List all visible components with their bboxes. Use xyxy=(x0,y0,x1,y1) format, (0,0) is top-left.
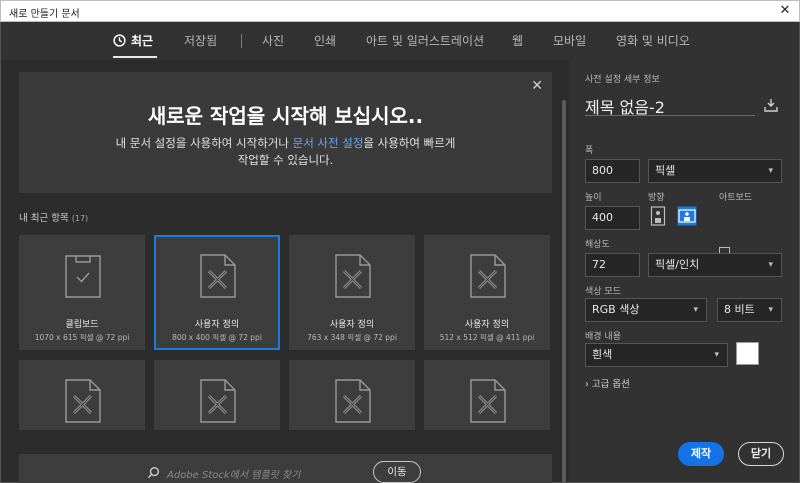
tab-separator xyxy=(241,34,242,48)
custom-doc-icon xyxy=(470,379,506,423)
active-tab-indicator xyxy=(113,56,157,58)
tab-print[interactable]: 인쇄 xyxy=(314,32,336,49)
search-placeholder-brand: Adobe Stock xyxy=(167,470,230,481)
background-color-swatch[interactable] xyxy=(736,342,759,365)
search-icon xyxy=(147,466,160,479)
height-input[interactable]: 400 xyxy=(585,206,640,230)
tab-film-video[interactable]: 영화 및 비디오 xyxy=(616,32,690,49)
presets-link[interactable]: 문서 사전 설정 xyxy=(293,136,364,150)
custom-doc-icon xyxy=(470,254,506,298)
banner-desc-line2: 작업할 수 있습니다. xyxy=(237,153,334,167)
width-unit-select[interactable]: 픽셀 ▾ xyxy=(648,159,782,183)
landscape-orientation-icon[interactable] xyxy=(677,206,697,226)
color-mode-select[interactable]: RGB 색상 ▾ xyxy=(585,298,707,322)
custom-doc-icon xyxy=(200,379,236,423)
recent-item-card-selected[interactable]: 사용자 정의 800 x 400 픽셀 @ 72 ppi xyxy=(154,235,280,350)
clipboard-check-icon xyxy=(65,255,101,298)
recent-item-card[interactable] xyxy=(289,360,415,430)
advanced-options-label: 고급 옵션 xyxy=(591,379,630,390)
preset-details-title: 사전 설정 세부 정보 xyxy=(585,75,660,85)
window-close-icon[interactable]: ✕ xyxy=(777,3,793,19)
custom-doc-icon xyxy=(200,254,236,298)
create-button[interactable]: 제작 xyxy=(678,442,724,466)
resolution-label: 해상도 xyxy=(585,240,610,250)
recent-item-card[interactable]: 클립보드 1070 x 615 픽셀 @ 72 ppi xyxy=(19,235,145,350)
tab-recent[interactable]: 최근 xyxy=(131,32,153,49)
recent-item-card[interactable]: 사용자 정의 763 x 348 픽셀 @ 72 ppi xyxy=(289,235,415,350)
color-mode-label: 색상 모드 xyxy=(585,287,621,297)
new-document-dialog: 최근 저장됨 사진 인쇄 아트 및 일러스트레이션 웹 모바일 영화 및 비디오… xyxy=(1,22,799,483)
banner-description: 내 문서 설정을 사용하여 시작하거나 문서 사전 설정을 사용하여 빠르게 작… xyxy=(19,135,552,169)
scrollbar-thumb[interactable] xyxy=(562,100,566,483)
recent-item-card[interactable] xyxy=(19,360,145,430)
save-preset-icon[interactable] xyxy=(764,98,778,112)
tab-saved[interactable]: 저장됨 xyxy=(184,32,217,49)
tab-mobile[interactable]: 모바일 xyxy=(553,32,586,49)
tab-web[interactable]: 웹 xyxy=(512,32,523,49)
document-name-input[interactable]: 제목 없음-2 xyxy=(585,94,755,117)
banner-desc-text-2: 을 사용하여 빠르게 xyxy=(363,136,456,150)
go-button[interactable]: 이동 xyxy=(373,461,421,483)
recent-item-name: 사용자 정의 xyxy=(464,320,510,330)
recent-items-count: (17) xyxy=(71,214,89,223)
chevron-down-icon: ▾ xyxy=(768,166,773,176)
recent-item-name: 클립보드 xyxy=(65,320,99,330)
resolution-input[interactable]: 72 xyxy=(585,253,640,277)
custom-doc-icon xyxy=(335,379,371,423)
recent-item-card[interactable] xyxy=(424,360,550,430)
chevron-down-icon: ▾ xyxy=(768,305,773,315)
window-titlebar: 새로 만들기 문서 ✕ xyxy=(0,0,800,22)
width-unit-value: 픽셀 xyxy=(655,164,676,177)
tab-art-illustration[interactable]: 아트 및 일러스트레이션 xyxy=(366,32,484,49)
recent-item-meta: 763 x 348 픽셀 @ 72 ppi xyxy=(307,333,397,342)
tab-photo[interactable]: 사진 xyxy=(262,32,284,49)
chevron-down-icon: ▾ xyxy=(768,260,773,270)
close-button[interactable]: 닫기 xyxy=(738,442,784,466)
recent-items-label: 내 최근 항목 xyxy=(19,213,69,224)
width-label: 폭 xyxy=(585,146,594,156)
bit-depth-select[interactable]: 8 비트 ▾ xyxy=(717,298,782,322)
recent-item-card[interactable] xyxy=(154,360,280,430)
recent-item-name: 사용자 정의 xyxy=(329,320,375,330)
recent-item-name: 사용자 정의 xyxy=(194,320,240,330)
background-value: 흰색 xyxy=(592,348,613,361)
chevron-down-icon: ▾ xyxy=(714,350,719,360)
preset-details-panel: 사전 설정 세부 정보 제목 없음-2 폭 800 픽셀 ▾ 높이 방향 아트보… xyxy=(569,60,799,482)
chevron-down-icon: ▾ xyxy=(693,305,698,315)
banner-title: 새로운 작업을 시작해 보십시오.. xyxy=(147,104,424,128)
recent-item-card[interactable]: 사용자 정의 512 x 512 픽셀 @ 411 ppi xyxy=(424,235,550,350)
portrait-orientation-icon[interactable] xyxy=(648,206,668,226)
height-label: 높이 xyxy=(585,193,602,203)
search-placeholder-rest: 에서 템플릿 찾기 xyxy=(229,470,301,481)
advanced-options-toggle[interactable]: › 고급 옵션 xyxy=(585,376,630,390)
recent-items-heading: 내 최근 항목 (17) xyxy=(19,210,88,224)
chevron-right-icon: › xyxy=(585,379,589,390)
stock-search-input[interactable]: Adobe Stock에서 템플릿 찾기 xyxy=(167,466,300,481)
resolution-unit-select[interactable]: 픽셀/인치 ▾ xyxy=(648,253,782,277)
banner-desc-text: 내 문서 설정을 사용하여 시작하거나 xyxy=(115,136,293,150)
recent-item-meta: 512 x 512 픽셀 @ 411 ppi xyxy=(439,333,535,342)
category-tabs: 최근 저장됨 사진 인쇄 아트 및 일러스트레이션 웹 모바일 영화 및 비디오 xyxy=(1,22,799,60)
artboard-label: 아트보드 xyxy=(719,193,753,203)
background-select[interactable]: 흰색 ▾ xyxy=(585,343,728,367)
custom-doc-icon xyxy=(335,254,371,298)
width-input[interactable]: 800 xyxy=(585,159,640,183)
background-label: 배경 내용 xyxy=(585,332,621,342)
banner-close-icon[interactable]: ✕ xyxy=(531,78,543,94)
stock-search-bar: Adobe Stock에서 템플릿 찾기 이동 xyxy=(19,454,552,483)
bit-depth-value: 8 비트 xyxy=(724,303,755,316)
resolution-unit-value: 픽셀/인치 xyxy=(655,258,700,271)
left-pane: ✕ 새로운 작업을 시작해 보십시오.. 내 문서 설정을 사용하여 시작하거나… xyxy=(1,60,569,483)
orientation-label: 방향 xyxy=(648,193,665,203)
welcome-banner: ✕ 새로운 작업을 시작해 보십시오.. 내 문서 설정을 사용하여 시작하거나… xyxy=(19,72,552,193)
custom-doc-icon xyxy=(65,379,101,423)
clock-icon xyxy=(113,34,126,47)
window-title: 새로 만들기 문서 xyxy=(9,9,80,20)
recent-item-meta: 800 x 400 픽셀 @ 72 ppi xyxy=(172,333,262,342)
recent-item-meta: 1070 x 615 픽셀 @ 72 ppi xyxy=(34,333,130,342)
color-mode-value: RGB 색상 xyxy=(592,303,640,316)
